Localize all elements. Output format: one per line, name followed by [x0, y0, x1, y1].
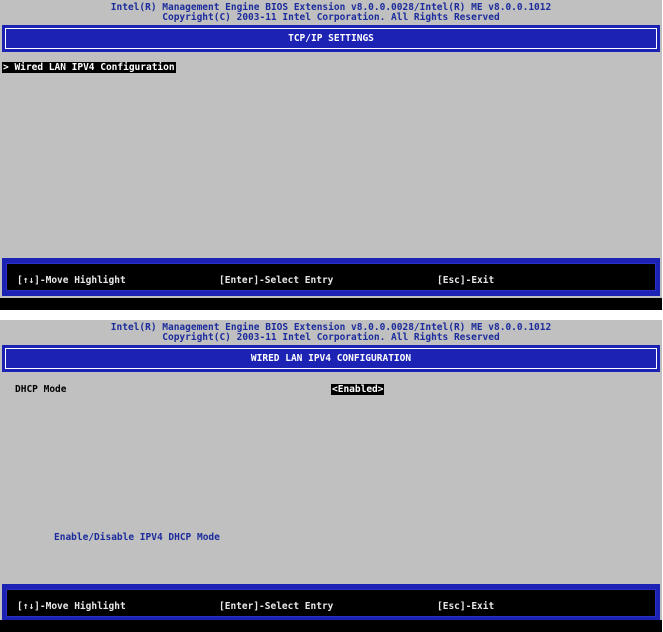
tcpip-settings-screen: Intel(R) Management Engine BIOS Extensio… [0, 0, 662, 310]
header-line2: Copyright(C) 2003-11 Intel Corporation. … [162, 332, 500, 343]
page-title: TCP/IP SETTINGS [5, 28, 657, 49]
select-entry-hint: [Enter]-Select Entry [219, 275, 334, 286]
dhcp-mode-value[interactable]: <Enabled> [331, 384, 385, 395]
bottom-strip [0, 298, 662, 310]
title-bar: WIRED LAN IPV4 CONFIGURATION [2, 345, 660, 372]
dhcp-mode-label: DHCP Mode [15, 384, 67, 395]
title-bar: TCP/IP SETTINGS [2, 25, 660, 52]
key-help-bar: [↑↓]-Move Highlight [Enter]-Select Entry… [2, 584, 660, 622]
header-line2: Copyright(C) 2003-11 Intel Corporation. … [162, 12, 500, 23]
exit-hint: [Esc]-Exit [437, 601, 495, 612]
key-help-panel: [↑↓]-Move Highlight [Enter]-Select Entry… [6, 263, 656, 291]
divider [0, 310, 663, 320]
select-entry-hint: [Enter]-Select Entry [219, 601, 334, 612]
copyright-header: Intel(R) Management Engine BIOS Extensio… [0, 323, 662, 343]
exit-hint: [Esc]-Exit [437, 275, 495, 286]
key-help-bar: [↑↓]-Move Highlight [Enter]-Select Entry… [2, 258, 660, 296]
help-text: Enable/Disable IPV4 DHCP Mode [54, 532, 220, 543]
menu-item-wired-lan-ipv4[interactable]: > Wired LAN IPV4 Configuration [2, 62, 176, 73]
move-highlight-hint: [↑↓]-Move Highlight [17, 275, 126, 286]
bottom-strip [0, 620, 662, 632]
page-title: WIRED LAN IPV4 CONFIGURATION [5, 348, 657, 369]
copyright-header: Intel(R) Management Engine BIOS Extensio… [0, 3, 662, 23]
move-highlight-hint: [↑↓]-Move Highlight [17, 601, 126, 612]
wired-lan-ipv4-screen: Intel(R) Management Engine BIOS Extensio… [0, 320, 662, 632]
key-help-panel: [↑↓]-Move Highlight [Enter]-Select Entry… [6, 589, 656, 617]
